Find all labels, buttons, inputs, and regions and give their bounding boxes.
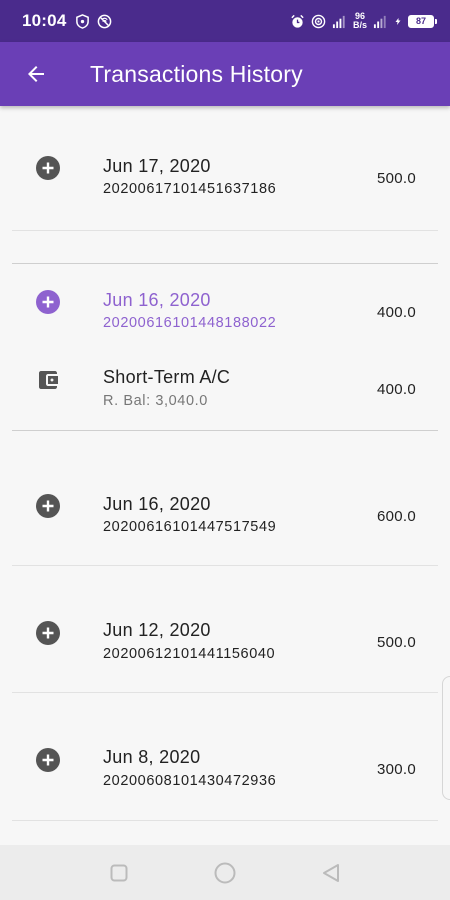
transaction-ref: 20200616101448188022 [103, 315, 277, 331]
account-name: Short-Term A/C [103, 367, 231, 387]
back-button[interactable] [0, 42, 72, 106]
shield-icon [76, 13, 90, 29]
app-bar: Transactions History [0, 42, 450, 106]
plus-circle-icon [36, 156, 60, 180]
system-nav-bar [0, 845, 450, 900]
transaction-date: Jun 8, 2020 [103, 747, 201, 767]
hotspot-icon [311, 14, 326, 28]
wallet-icon [39, 371, 58, 389]
triangle-back-icon [323, 864, 339, 882]
running-balance: R. Bal: 3,040.0 [103, 393, 208, 409]
transaction-row[interactable]: Jun 8, 2020 20200608101430472936 300.0 [0, 693, 450, 821]
account-amount: 400.0 [376, 381, 416, 398]
back-nav-button[interactable] [319, 861, 343, 885]
wifi-icon [373, 15, 386, 28]
divider [12, 820, 438, 821]
battery-icon: 87 [408, 14, 437, 28]
edge-panel-handle[interactable] [442, 676, 450, 800]
transaction-ref: 20200608101430472936 [103, 773, 277, 789]
charging-icon [395, 17, 401, 25]
account-detail-row[interactable]: Short-Term A/C R. Bal: 3,040.0 400.0 [0, 343, 450, 431]
plus-circle-icon [36, 748, 60, 772]
transaction-date: Jun 16, 2020 [103, 290, 211, 310]
home-button[interactable] [213, 861, 237, 885]
transaction-ref: 20200612101441156040 [103, 646, 276, 662]
plus-circle-icon [36, 621, 60, 645]
square-icon [110, 864, 128, 882]
transaction-ref: 20200617101451637186 [103, 181, 277, 197]
transaction-row[interactable]: Jun 17, 2020 20200617101451637186 500.0 [0, 106, 450, 230]
transaction-amount: 400.0 [376, 304, 416, 321]
signal-icon [332, 15, 345, 28]
arrow-back-icon [28, 66, 44, 82]
alarm-icon [291, 14, 304, 28]
transaction-date: Jun 16, 2020 [103, 494, 211, 514]
transaction-date: Jun 17, 2020 [103, 156, 211, 176]
transactions-list[interactable]: Jun 17, 2020 20200617101451637186 500.0 … [0, 106, 450, 845]
network-speed: 96 B/s [352, 11, 367, 30]
page-title: Transactions History [90, 60, 303, 87]
status-bar: 10:04 96 B/s 87 [0, 0, 450, 42]
transaction-ref: 20200616101447517549 [103, 519, 277, 535]
plus-circle-icon [36, 290, 60, 314]
transaction-amount: 300.0 [376, 761, 416, 778]
no-disturb-icon [98, 14, 112, 28]
transaction-amount: 500.0 [376, 634, 416, 651]
transaction-row[interactable]: Jun 16, 2020 20200616101447517549 600.0 [0, 431, 450, 565]
transaction-amount: 500.0 [376, 170, 416, 187]
recents-button[interactable] [107, 861, 131, 885]
circle-icon [214, 862, 236, 884]
divider [12, 230, 438, 231]
transaction-row[interactable]: Jun 12, 2020 20200612101441156040 500.0 [0, 566, 450, 692]
transaction-amount: 600.0 [376, 508, 416, 525]
plus-circle-icon [36, 494, 60, 518]
transaction-date: Jun 12, 2020 [103, 620, 211, 640]
transaction-row-selected[interactable]: Jun 16, 2020 20200616101448188022 400.0 [0, 263, 450, 343]
status-time: 10:04 [22, 11, 67, 30]
